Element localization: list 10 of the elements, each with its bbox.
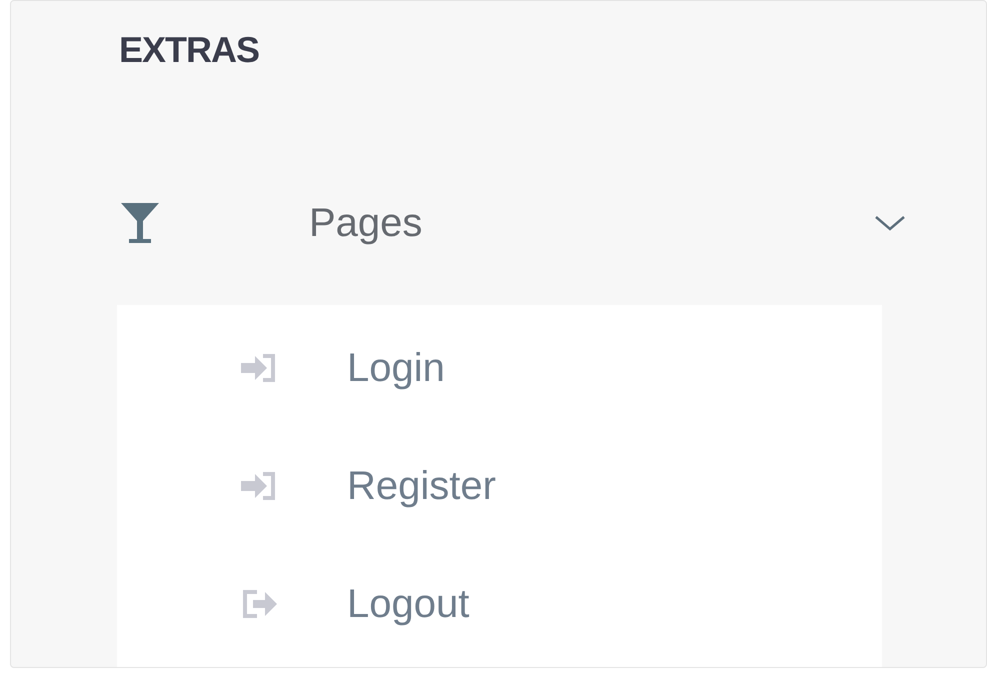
submenu-item[interactable]: Logout [117, 545, 882, 663]
submenu-label: Login [347, 345, 445, 392]
submenu-label: Logout [347, 581, 470, 628]
submenu-item[interactable]: Register [117, 427, 882, 545]
menu-item[interactable]: Pages [11, 178, 986, 267]
submenu-item[interactable]: Login [117, 309, 882, 427]
section-title: EXTRAS [119, 29, 260, 70]
submenu-label: Register [347, 463, 496, 510]
glass-icon [119, 200, 161, 245]
menu-label: Pages [309, 200, 422, 247]
